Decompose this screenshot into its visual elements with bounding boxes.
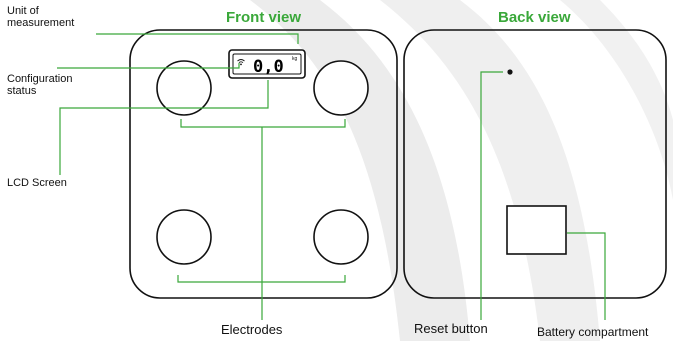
diagram-canvas: 0,0 kg	[57, 0, 673, 341]
electrodes-label: Electrodes	[221, 322, 283, 337]
lcd-unit: kg	[292, 56, 298, 62]
reset-button-dot	[507, 69, 513, 75]
battery-compartment-label: Battery compartment	[537, 325, 649, 339]
electrode-bottom-right	[313, 209, 369, 265]
unit-of-measurement-label: Unit of measurement	[7, 5, 74, 29]
callout-unit	[96, 33, 299, 44]
electrode-top-left	[156, 60, 212, 116]
configuration-status-line2: status	[7, 85, 37, 97]
lcd-screen: 0,0 kg	[228, 49, 306, 79]
callout-config	[57, 63, 240, 69]
electrode-top-right	[313, 60, 369, 116]
lcd-screen-label: LCD Screen	[7, 177, 67, 189]
front-view-heading: Front view	[226, 9, 302, 26]
back-view-heading: Back view	[498, 9, 571, 26]
electrode-bottom-left	[156, 209, 212, 265]
lcd-reading: 0,0	[253, 57, 284, 77]
configuration-status-line1: Configuration	[7, 73, 73, 85]
battery-compartment	[506, 205, 567, 255]
unit-of-measurement-line1: Unit of	[7, 5, 39, 17]
configuration-status-label: Configuration status	[7, 73, 72, 97]
watermark-swoosh	[250, 0, 673, 341]
reset-button-label: Reset button	[414, 321, 488, 336]
callout-electrodes-top	[180, 119, 346, 128]
scale-diagram: 0,0 kg Front view Back view Unit of meas…	[0, 0, 673, 341]
unit-of-measurement-line2: measurement	[7, 17, 75, 29]
